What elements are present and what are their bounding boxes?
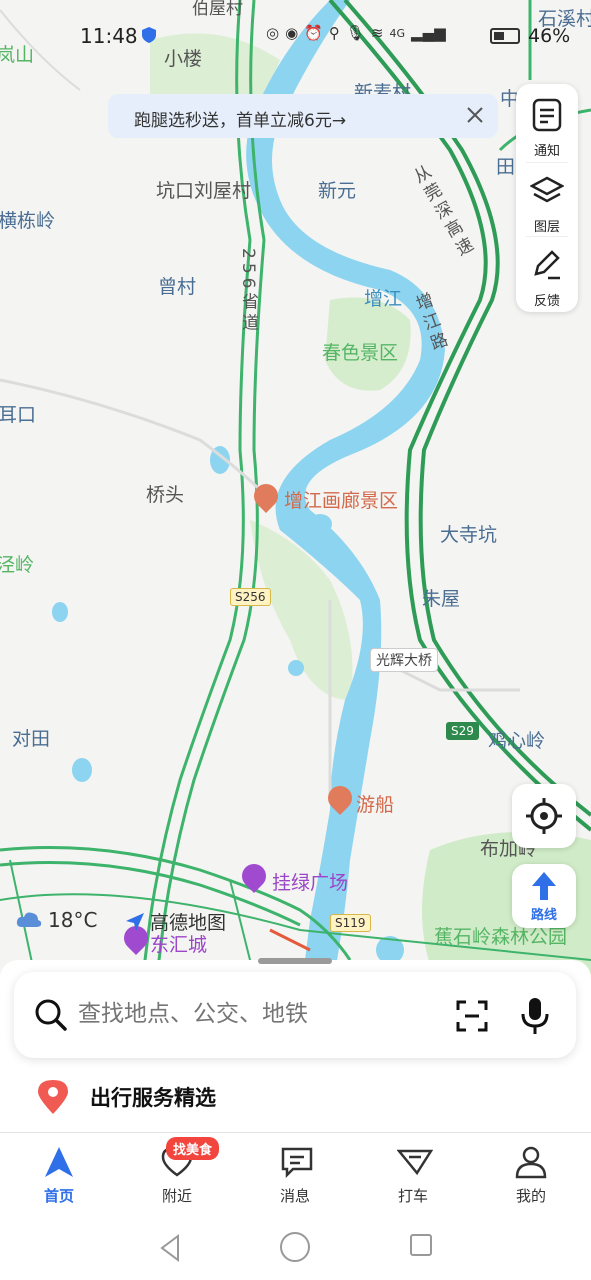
notification-button[interactable]: 通知 xyxy=(516,88,578,162)
bottom-tab-bar: 首页 找美食 附近 消息 打车 我的 xyxy=(0,1132,591,1212)
mic-status-icon: 🎙 xyxy=(345,24,365,42)
back-icon[interactable] xyxy=(158,1234,182,1262)
map-label: 对田 xyxy=(12,728,51,750)
map-label: 游船 xyxy=(356,794,395,816)
tab-messages[interactable]: 消息 xyxy=(236,1133,354,1213)
eye-icon: ◉ xyxy=(285,24,299,42)
map-label: 大寺坑 xyxy=(440,524,498,546)
map-label: 朱屋 xyxy=(422,588,461,610)
signal-icon: 4G xyxy=(389,26,406,40)
status-icons: ◎ ◉ ⏰ ⚲ 🎙 ≋ 4G ▂▄▆ xyxy=(266,24,446,42)
feedback-button[interactable]: 反馈 xyxy=(516,238,578,312)
map-label: 增江画廊景区 xyxy=(284,490,399,512)
map-label: 耳口 xyxy=(0,404,37,426)
brand-name: 高德地图 xyxy=(150,912,227,934)
status-bar: 11:48 ◎ ◉ ⏰ ⚲ 🎙 ≋ 4G ▂▄▆ 46% xyxy=(0,0,591,72)
microphone-icon[interactable] xyxy=(520,996,550,1036)
sheet-drag-handle[interactable] xyxy=(258,958,332,964)
battery-percent: 46% xyxy=(528,25,571,47)
home-navigation-icon xyxy=(45,1147,73,1177)
tab-label: 打车 xyxy=(397,1187,428,1205)
temperature: 18°C xyxy=(48,908,98,932)
service-title: 出行服务精选 xyxy=(90,1086,216,1110)
signal-bars-icon: ▂▄▆ xyxy=(411,24,446,42)
layers-label: 图层 xyxy=(533,220,560,235)
crosshair-icon xyxy=(526,798,562,834)
road-sign: S256 xyxy=(230,588,271,606)
bridge-label: 光辉大桥 xyxy=(370,648,438,672)
road-sign: S119 xyxy=(330,914,371,932)
tab-profile[interactable]: 我的 xyxy=(472,1133,590,1213)
battery-icon xyxy=(490,28,520,44)
map-label: 横栋岭 xyxy=(0,210,56,232)
nfc-icon: ◎ xyxy=(266,24,280,42)
cloud-icon xyxy=(16,912,42,927)
route-arrow-icon xyxy=(532,872,556,900)
map-label: 泾岭 xyxy=(0,554,35,576)
wifi-icon: ≋ xyxy=(370,24,384,42)
taxi-icon xyxy=(397,1149,433,1176)
feedback-label: 反馈 xyxy=(533,294,560,309)
route-label: 路线 xyxy=(530,908,557,923)
message-icon xyxy=(281,1147,313,1179)
tab-label: 附近 xyxy=(161,1187,192,1205)
tab-nearby[interactable]: 找美食 附近 xyxy=(118,1133,236,1213)
map-label: 坑口刘屋村 xyxy=(156,180,252,202)
map-view[interactable]: 小楼 伯屋村 新麦村 中 田 石溪村 岚山 坑口刘屋村 新元 横栋岭 曾村 春色… xyxy=(0,0,591,1000)
map-tools-panel: 通知 图层 反馈 xyxy=(516,84,578,312)
service-section-header[interactable]: 出行服务精选 xyxy=(36,1078,216,1116)
alarm-icon: ⏰ xyxy=(304,24,323,42)
scan-icon[interactable] xyxy=(454,998,490,1034)
road-label: 256省道 xyxy=(238,248,258,335)
promo-banner[interactable]: 跑腿选秒送，首单立减6元→ xyxy=(108,94,498,138)
gaode-logo-icon xyxy=(126,912,144,931)
weather-widget[interactable]: 18°C xyxy=(16,908,97,932)
layers-icon xyxy=(530,176,564,203)
recent-apps-icon[interactable] xyxy=(410,1234,432,1256)
profile-icon xyxy=(515,1146,547,1179)
notification-icon xyxy=(532,98,562,132)
vpn-shield-icon xyxy=(142,27,156,43)
close-icon[interactable] xyxy=(462,102,488,128)
map-label: 春色景区 xyxy=(322,342,399,364)
map-label: 挂绿广场 xyxy=(272,872,349,894)
map-label: 田 xyxy=(496,156,516,178)
map-label: 曾村 xyxy=(158,276,197,298)
road-sign: S29 xyxy=(446,722,479,740)
feedback-icon xyxy=(534,250,560,280)
notification-label: 通知 xyxy=(533,144,560,159)
brand-logo: 高德地图 xyxy=(124,908,226,935)
tab-label: 消息 xyxy=(279,1187,310,1205)
map-label: 鸡心岭 xyxy=(488,730,546,752)
tab-home[interactable]: 首页 xyxy=(0,1133,118,1213)
layers-button[interactable]: 图层 xyxy=(516,164,578,238)
system-nav-bar xyxy=(0,1212,591,1280)
locate-me-button[interactable] xyxy=(512,784,576,848)
tab-taxi[interactable]: 打车 xyxy=(354,1133,472,1213)
search-input[interactable] xyxy=(78,1001,398,1027)
tab-label: 我的 xyxy=(515,1187,546,1205)
map-label: 新元 xyxy=(318,180,357,202)
search-bar[interactable] xyxy=(14,972,576,1058)
location-pin-icon xyxy=(38,1080,68,1114)
food-badge[interactable]: 找美食 xyxy=(166,1137,220,1160)
location-icon: ⚲ xyxy=(328,24,340,42)
promo-text: 跑腿选秒送，首单立减6元→ xyxy=(134,111,347,131)
map-label: 增江 xyxy=(364,288,403,310)
search-icon xyxy=(35,999,67,1031)
map-label: 桥头 xyxy=(146,484,185,506)
home-icon[interactable] xyxy=(280,1232,310,1262)
tab-label: 首页 xyxy=(43,1187,74,1205)
status-time: 11:48 xyxy=(80,24,138,48)
route-button[interactable]: 路线 xyxy=(512,864,576,928)
